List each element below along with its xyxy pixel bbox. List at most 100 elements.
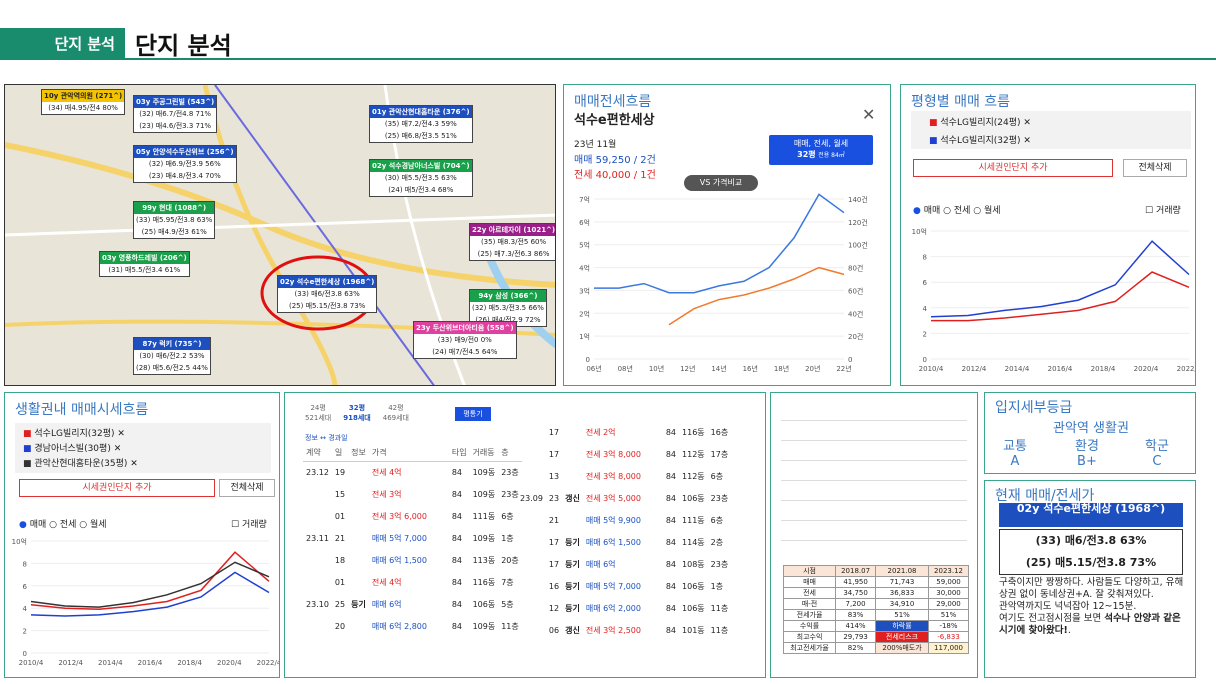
y2-tick-label: 0 [848, 356, 852, 364]
x-tick-label: 08년 [618, 364, 633, 373]
jeonse-price: 전세 40,000 / 1건 [574, 170, 656, 181]
radio-group[interactable]: ● 매매 ○ 전세 ○ 월세 [913, 203, 1001, 216]
y2-tick-label: 20건 [848, 332, 863, 341]
grade-title: 입지세부등급 [995, 400, 1073, 416]
summary-table: 시점 2018.07 2021.08 2023.12 매매 41,950 71,743 59,… [782, 565, 969, 654]
size-flow-panel: 평형별 매매 흐름 ■ 석수LG빌리지(24평) ✕ ■ 석수LG빌리지(32평… [900, 84, 1196, 386]
table-row: 12 등기 매매 6억 2,000 84 106동 11층 [548, 603, 729, 613]
map-label-title: 87y 럭키 (735^) [134, 338, 210, 350]
summary-panel: 시점 2018.07 2021.08 2023.12 매매 41,950 71,743 59,… [770, 392, 978, 678]
x-tick-label: 16년 [743, 364, 758, 373]
map-label-box: 03y 영풍하드레빌 (206^) (31) 매5.5/전3.4 61% [99, 251, 190, 277]
x-tick-label: 2014/4 [98, 659, 123, 667]
delete-all-button[interactable]: 전체삭제 [1123, 159, 1187, 177]
table-row: 16 등기 매매 5억 7,000 84 106동 1층 [548, 581, 724, 591]
close-icon[interactable]: ✕ [862, 105, 875, 124]
size-tab: 32평 918세대 [343, 404, 371, 422]
map-label-row: (35) 매7.2/전4.3 59% [384, 120, 457, 128]
y-tick-label: 2 [23, 628, 27, 636]
size-tabs[interactable]: 24평 521세대 32평 918세대 42평 469세대 [305, 403, 421, 423]
region-legend: ■ 석수LG빌리지(32평) ✕ ■ 경남아너스빌(30평) ✕ ■ 관악산현대… [15, 423, 271, 473]
x-tick-label: 10년 [649, 364, 664, 373]
area-map: 10y 관악역의원 (271^) (34) 매4.95/전4 80% 03y 주공그… [4, 84, 556, 386]
map-label-box: 10y 관악역의원 (271^) (34) 매4.95/전4 80% [41, 89, 126, 115]
map-label-title: 02y 석수e편한세상 (1968^) [278, 276, 377, 288]
table-row: 15 전세 3억 84 109동 23층 [334, 489, 519, 499]
y-tick-label: 4 [923, 305, 928, 313]
x-tick-label: 2014/4 [1005, 365, 1030, 373]
x-tick-label: 18년 [774, 364, 789, 373]
y2-tick-label: 140건 [848, 195, 868, 204]
x-tick-label: 14년 [711, 364, 726, 373]
legend-item-32: ■ 석수LG빌리지(32평) ✕ [929, 136, 1031, 146]
size-flow-chart: 0 2 4 6 8 10억 2010/4 2012/4 2014/4 2016/4 2018/4 20… [912, 228, 1195, 373]
page-title: 단지 분석 [135, 32, 232, 60]
grade-environment: 환경 B+ [1075, 439, 1099, 469]
table-row: 21 매매 5억 9,900 84 111동 6층 [548, 515, 724, 525]
map-label-box: 99y 현대 (1088^) (33) 매5.95/전3.8 63% (25) 매4… [133, 201, 216, 239]
table-row: 17 전세 2억 84 116동 16층 [548, 427, 729, 437]
summary-row: 매매 41,950 71,743 59,000 [782, 576, 969, 588]
map-label-row: (33) 매5.95/전3.8 63% [136, 216, 213, 224]
price-flow-panel: 매매전세흐름 ✕ 석수e편한세상 23년 11월 매매 59,250 / 2건 … [563, 84, 891, 386]
map-label-row: (23) 매4.6/전3.3 71% [139, 122, 212, 130]
map-label-row: (32) 매6.7/전4.8 71% [139, 110, 212, 118]
average-button[interactable]: 평통기 [455, 407, 491, 421]
current-prices: (33) 매6/전3.8 63% (25) 매5.15/전3.8 73% [999, 529, 1183, 575]
y2-tick-label: 100건 [848, 241, 868, 250]
delete-all-button[interactable]: 전체삭제 [219, 479, 275, 497]
summary-row: 매-전 7,200 34,910 29,000 [782, 598, 969, 610]
series-line [930, 240, 1190, 318]
map-label-box: 22y 아르테자이 (1021^) (35) 매8.3/전5 60% (25) 매7… [469, 223, 555, 261]
legend-item-gw: ■ 관악산현대홈타운(35평) ✕ [23, 459, 138, 469]
y-tick-label: 4 [23, 605, 28, 613]
y2-tick-label: 40건 [848, 309, 863, 318]
map-label-title: 02y 석수경남아너스빌 (704^) [370, 160, 472, 172]
volume-checkbox[interactable]: ☐ 거래량 [231, 517, 267, 530]
y-tick-label: 0 [586, 356, 590, 364]
y2-tick-label: 120건 [848, 218, 868, 227]
y-tick-label: 2억 [579, 310, 590, 318]
table-row: 01 전세 3억 6,000 84 111동 6층 [334, 511, 514, 521]
table-row: 23.12 19 전세 4억 84 109동 23층 [306, 467, 519, 477]
map-label-title: 94y 삼성 (366^) [470, 290, 546, 302]
table-row: 01 전세 4억 84 116동 7층 [334, 577, 514, 587]
grade-sub: 관악역 생활권 [1053, 421, 1129, 436]
x-tick-label: 2010/4 [919, 365, 944, 373]
volume-checkbox[interactable]: ☐ 거래량 [1145, 203, 1181, 216]
grade-transport: 교통 A [1003, 439, 1027, 469]
trades-table-left: 계약 일 정보 가격 타입 거래동 층 23.12 19 전세 4억 84 109동 23층 15 전세 3… [303, 445, 522, 637]
map-label-row: (34) 매4.95/전4 80% [48, 104, 118, 112]
info-toggle[interactable]: 정보 ↔ 경과일 [305, 433, 348, 443]
map-label-row: (32) 매5.3/전3.5 66% [472, 304, 544, 312]
size-tab: 42평 469세대 [382, 404, 409, 422]
radio-group[interactable]: ● 매매 ○ 전세 ○ 월세 [19, 517, 107, 530]
legend-item-lg: ■ 석수LG빌리지(32평) ✕ [23, 429, 125, 439]
legend-item-24: ■ 석수LG빌리지(24평) ✕ [929, 118, 1031, 128]
map-label-row: (33) 매6/전3.8 63% [294, 290, 360, 298]
type-select[interactable]: 매매, 전세, 월세 32평 전용 84㎡ [769, 135, 873, 165]
map-label-box: 05y 안양석수두산위브 (256^) (32) 매6.9/전3.9 56% (23… [133, 145, 237, 183]
grade-school: 학군 C [1145, 439, 1169, 469]
x-tick-label: 2020/4 [217, 659, 242, 667]
map-label-title: 23y 두산위브더아티움 (558^) [414, 322, 516, 334]
map-label-row: (24) 매5/전3.4 68% [388, 186, 454, 194]
add-complex-button[interactable]: 시세권인단지 추가 [19, 479, 215, 497]
map-label-title: 05y 안양석수두산위브 (256^) [134, 146, 236, 158]
map-label-row: (25) 매6.8/전3.5 51% [384, 132, 457, 140]
x-tick-label: 2022/4 [1177, 365, 1195, 373]
x-tick-label: 2012/4 [58, 659, 83, 667]
add-complex-button[interactable]: 시세권인단지 추가 [913, 159, 1113, 177]
vs-compare-button[interactable]: VS 가격비교 [684, 175, 758, 191]
map-label-row: (25) 매4.9/전3 61% [141, 228, 207, 236]
map-label-box: 01y 관악산현대홈타운 (376^) (35) 매7.2/전4.3 59% (25… [369, 105, 473, 143]
section-tag: 단지 분석 [0, 28, 125, 58]
y-tick-label: 6억 [579, 219, 590, 227]
size-flow-title: 평형별 매매 흐름 [911, 94, 1011, 110]
table-row: 17 등기 매매 6억 84 108동 23층 [548, 559, 729, 569]
x-tick-label: 2018/4 [177, 659, 202, 667]
x-tick-label: 06년 [586, 364, 601, 373]
map-label-box: 03y 주공그린빌 (543^) (32) 매6.7/전4.8 71% (23) 매… [133, 95, 218, 133]
map-label-row: (23) 매4.8/전3.4 70% [148, 172, 221, 180]
region-flow-panel: 생활권내 매매시세흐름 ■ 석수LG빌리지(32평) ✕ ■ 경남아너스빌(30… [4, 392, 280, 678]
